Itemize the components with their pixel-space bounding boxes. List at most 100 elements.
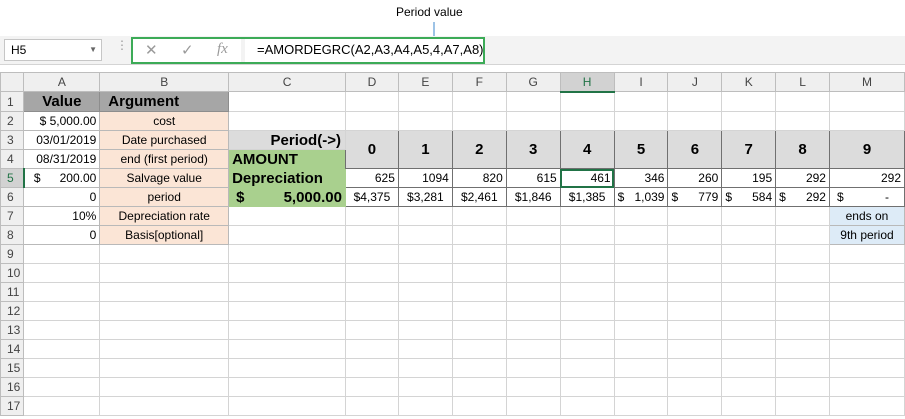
- cell[interactable]: [613, 263, 669, 283]
- cell-B4[interactable]: end (first period): [99, 149, 230, 169]
- cell[interactable]: [451, 282, 507, 302]
- depreciation-value[interactable]: 260: [667, 168, 723, 188]
- row-header[interactable]: 6: [0, 187, 25, 207]
- row-header[interactable]: 11: [0, 282, 25, 302]
- cell[interactable]: [451, 301, 507, 321]
- column-header[interactable]: F: [451, 72, 507, 92]
- cell-A4[interactable]: 08/31/2019: [23, 149, 101, 169]
- cell[interactable]: [828, 91, 905, 112]
- amount-value[interactable]: $292: [775, 187, 830, 207]
- cell[interactable]: [613, 339, 669, 359]
- cell[interactable]: [344, 244, 399, 264]
- cell[interactable]: [397, 339, 453, 359]
- cell[interactable]: [397, 111, 453, 131]
- depreciation-value[interactable]: 292: [775, 168, 830, 188]
- cell[interactable]: [667, 206, 723, 226]
- cell[interactable]: [23, 358, 101, 378]
- cell[interactable]: [344, 111, 399, 131]
- cell-A7[interactable]: 10%: [23, 206, 101, 226]
- cell[interactable]: [505, 225, 561, 245]
- cell[interactable]: [559, 396, 615, 416]
- row-header[interactable]: 16: [0, 377, 25, 397]
- cell[interactable]: [775, 377, 830, 397]
- cell[interactable]: [667, 282, 723, 302]
- cell[interactable]: [721, 206, 777, 226]
- cell[interactable]: [721, 282, 777, 302]
- cell[interactable]: [228, 377, 346, 397]
- cell[interactable]: [828, 301, 905, 321]
- cell[interactable]: [721, 111, 777, 131]
- amount-value[interactable]: $4,375: [344, 187, 399, 207]
- cell[interactable]: [667, 91, 723, 112]
- cell[interactable]: [451, 396, 507, 416]
- cell[interactable]: [559, 320, 615, 340]
- cell[interactable]: [667, 301, 723, 321]
- cell-C6-amount[interactable]: $5,000.00: [228, 187, 346, 207]
- period-header[interactable]: 2: [451, 130, 507, 169]
- cell[interactable]: [775, 396, 830, 416]
- cell[interactable]: [228, 244, 346, 264]
- cell[interactable]: [775, 244, 830, 264]
- amount-value[interactable]: $1,385: [559, 187, 615, 207]
- amount-value[interactable]: $1,846: [505, 187, 561, 207]
- period-header[interactable]: 1: [397, 130, 453, 169]
- cell[interactable]: [397, 396, 453, 416]
- cell[interactable]: [228, 320, 346, 340]
- column-header[interactable]: C: [228, 72, 346, 92]
- cell[interactable]: [344, 206, 399, 226]
- cell-M7-note[interactable]: ends on: [828, 206, 905, 226]
- cell[interactable]: [775, 111, 830, 131]
- cell[interactable]: [828, 396, 905, 416]
- amount-value[interactable]: $779: [667, 187, 723, 207]
- depreciation-value[interactable]: 820: [451, 168, 507, 188]
- cell[interactable]: [99, 358, 230, 378]
- cell[interactable]: [23, 282, 101, 302]
- cell[interactable]: [613, 396, 669, 416]
- cell[interactable]: [613, 111, 669, 131]
- cell[interactable]: [775, 282, 830, 302]
- cell[interactable]: [559, 263, 615, 283]
- cell[interactable]: [451, 244, 507, 264]
- cell[interactable]: [721, 358, 777, 378]
- cell[interactable]: [397, 225, 453, 245]
- cell[interactable]: [667, 320, 723, 340]
- cell[interactable]: [228, 282, 346, 302]
- cell[interactable]: [775, 358, 830, 378]
- cell[interactable]: [775, 320, 830, 340]
- cell[interactable]: [775, 263, 830, 283]
- cell[interactable]: [559, 282, 615, 302]
- cell[interactable]: [667, 339, 723, 359]
- cell[interactable]: [505, 301, 561, 321]
- row-header[interactable]: 3: [0, 130, 25, 150]
- cell[interactable]: [775, 301, 830, 321]
- period-header[interactable]: 8: [775, 130, 830, 169]
- cell[interactable]: [505, 244, 561, 264]
- cell[interactable]: [505, 111, 561, 131]
- cell[interactable]: [451, 263, 507, 283]
- cell-A5[interactable]: $200.00: [23, 168, 101, 188]
- row-header[interactable]: 12: [0, 301, 25, 321]
- cell[interactable]: [99, 263, 230, 283]
- cell[interactable]: [613, 282, 669, 302]
- cell[interactable]: [397, 301, 453, 321]
- cell[interactable]: [559, 339, 615, 359]
- period-header[interactable]: 4: [559, 130, 615, 169]
- row-header[interactable]: 1: [0, 91, 25, 112]
- row-header[interactable]: 14: [0, 339, 25, 359]
- cell[interactable]: [505, 206, 561, 226]
- cell[interactable]: [667, 111, 723, 131]
- cell-B1[interactable]: Argument: [99, 91, 230, 112]
- cell[interactable]: [721, 377, 777, 397]
- column-header[interactable]: E: [397, 72, 453, 92]
- cell[interactable]: [721, 396, 777, 416]
- cell[interactable]: [828, 339, 905, 359]
- cell-C3-period-header[interactable]: Period(->): [228, 130, 346, 150]
- cell-B7[interactable]: Depreciation rate: [99, 206, 230, 226]
- row-header[interactable]: 17: [0, 396, 25, 416]
- amount-value[interactable]: $1,039: [613, 187, 669, 207]
- cell[interactable]: [23, 244, 101, 264]
- cell[interactable]: [23, 320, 101, 340]
- row-header[interactable]: 13: [0, 320, 25, 340]
- cell[interactable]: [397, 358, 453, 378]
- cell[interactable]: [559, 111, 615, 131]
